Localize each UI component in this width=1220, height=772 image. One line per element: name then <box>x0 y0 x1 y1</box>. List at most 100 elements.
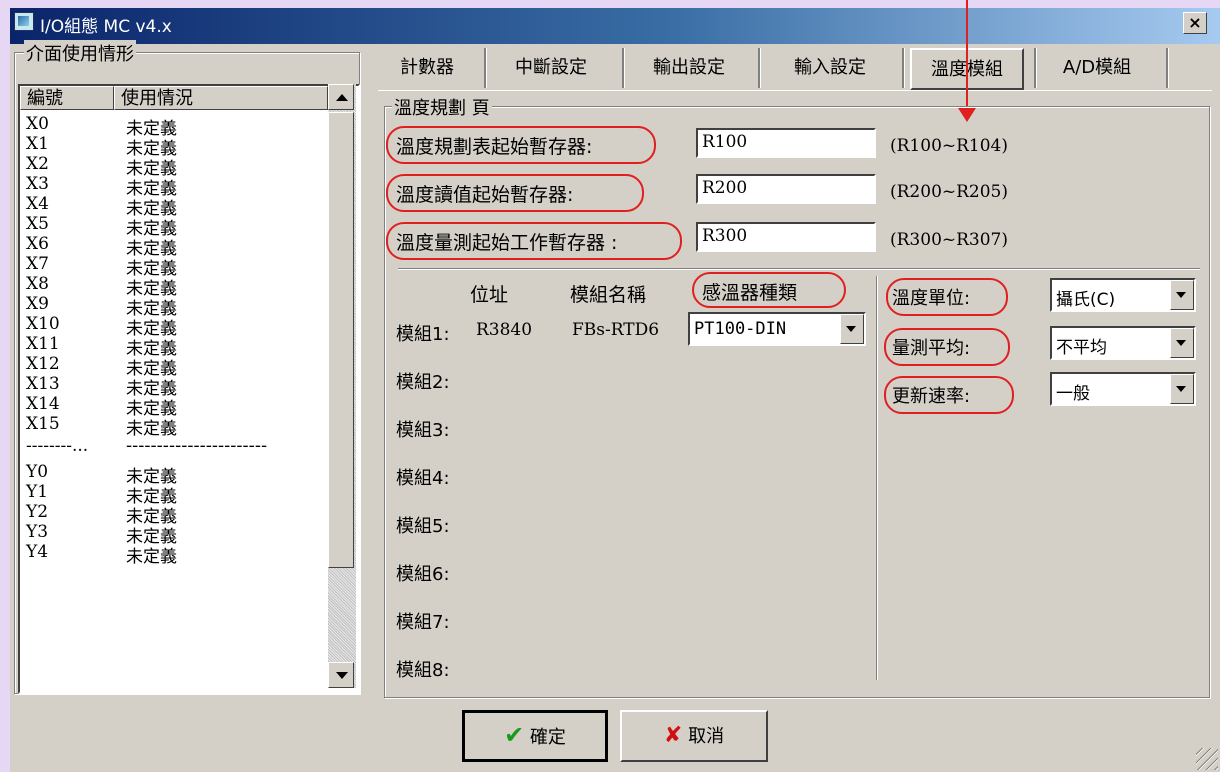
tab-input-settings[interactable]: 輸入設定 <box>768 44 892 90</box>
cross-icon: ✘ <box>663 723 683 748</box>
cancel-button-label: 取消 <box>688 726 725 747</box>
tab-separator <box>902 48 904 88</box>
column-header-code[interactable]: 編號 <box>20 86 114 110</box>
tab-separator <box>622 48 624 88</box>
sensor-type-select[interactable]: PT100-DIN <box>688 312 866 346</box>
sensor-type-dropdown-button[interactable] <box>840 314 864 344</box>
temperature-planning-title: 溫度規劃 頁 <box>392 94 492 120</box>
ok-button[interactable]: ✔ 確定 <box>462 710 608 762</box>
tab-interrupt-settings[interactable]: 中斷設定 <box>494 44 608 90</box>
measure-work-range: (R300~R307) <box>890 230 1009 250</box>
module-label: 模組3: <box>396 420 450 441</box>
row-code: X3 <box>26 174 49 194</box>
module-label: 模組8: <box>396 660 450 681</box>
row-code: X13 <box>26 374 60 394</box>
tab-separator <box>484 48 486 88</box>
row-code: Y0 <box>26 462 49 482</box>
window-frame-left <box>0 0 10 772</box>
module-label: 模組6: <box>396 564 450 585</box>
chevron-down-icon <box>1176 340 1186 346</box>
module-label: 模組1: <box>396 324 450 345</box>
row-code: X10 <box>26 314 60 334</box>
chevron-down-icon <box>1176 386 1186 392</box>
usage-rows: X0 未定義 X1 未定義 X2 未定義 X3 未定義 X4 未定義 X5 未定… <box>20 114 326 688</box>
ok-button-label: 確定 <box>529 727 566 748</box>
measure-average-label: 量測平均: <box>892 338 971 359</box>
header-address: 位址 <box>470 284 509 306</box>
row-code: X6 <box>26 234 49 254</box>
scroll-down-button[interactable] <box>328 662 354 688</box>
row-code: X8 <box>26 274 49 294</box>
reading-range: (R200~R205) <box>890 182 1009 202</box>
row-code: X0 <box>26 114 49 134</box>
module-label: 模組5: <box>396 516 450 537</box>
scroll-up-button[interactable] <box>328 84 354 110</box>
sensor-type-value: PT100-DIN <box>694 319 787 339</box>
register-label-measure-work: 溫度量測起始工作暫存器 : <box>396 232 618 254</box>
measure-work-register-input[interactable]: R300 <box>696 222 876 252</box>
row-code: X9 <box>26 294 49 314</box>
tab-separator <box>1034 48 1036 88</box>
update-rate-select[interactable]: 一般 <box>1050 372 1196 406</box>
divider <box>876 276 877 680</box>
window-frame-top <box>0 0 1220 8</box>
measure-average-select[interactable]: 不平均 <box>1050 326 1196 360</box>
close-button[interactable]: × <box>1183 12 1207 34</box>
annotation-arrow-shaft <box>966 0 968 115</box>
planning-table-register-input[interactable]: R100 <box>696 128 876 158</box>
row-code: X2 <box>26 154 49 174</box>
row-code: X14 <box>26 394 60 414</box>
row-code: Y2 <box>26 502 49 522</box>
title-bar[interactable] <box>10 8 1220 44</box>
resize-grip[interactable] <box>1196 748 1218 770</box>
register-label-reading: 溫度讀值起始暫存器: <box>396 184 574 206</box>
tab-output-settings[interactable]: 輸出設定 <box>632 44 746 90</box>
row-code: X1 <box>26 134 49 154</box>
interface-usage-title: 介面使用情形 <box>24 40 136 66</box>
row-code: X7 <box>26 254 49 274</box>
module-label: 模組7: <box>396 612 450 633</box>
module-address: R3840 <box>476 320 533 340</box>
row-code: X12 <box>26 354 60 374</box>
tab-separator <box>1166 48 1168 88</box>
separator-row-usage: ----------------------- <box>126 436 268 456</box>
tab-separator <box>758 48 760 88</box>
temperature-unit-value: 攝氏(C) <box>1056 290 1116 310</box>
tab-counter[interactable]: 計數器 <box>384 44 470 90</box>
chevron-down-icon <box>846 326 856 332</box>
scrollbar-thumb[interactable] <box>328 112 354 568</box>
row-usage: 未定義 <box>126 547 177 567</box>
reading-register-input[interactable]: R200 <box>696 174 876 204</box>
window-title: I/O組態 MC v4.x <box>40 17 172 37</box>
module-label: 模組4: <box>396 468 450 489</box>
header-module-name: 模組名稱 <box>570 284 647 306</box>
measure-average-value: 不平均 <box>1056 338 1107 358</box>
divider <box>398 268 1200 269</box>
update-rate-dropdown-button[interactable] <box>1170 374 1194 404</box>
row-code: Y1 <box>26 482 49 502</box>
app-icon <box>14 12 34 31</box>
temperature-unit-select[interactable]: 攝氏(C) <box>1050 278 1196 312</box>
header-sensor-type: 感溫器種類 <box>702 282 798 304</box>
row-code: X4 <box>26 194 49 214</box>
row-code: X15 <box>26 414 60 434</box>
column-header-usage[interactable]: 使用情況 <box>114 86 328 110</box>
separator-row-code: --------... <box>26 436 89 456</box>
measure-average-dropdown-button[interactable] <box>1170 328 1194 358</box>
module-name: FBs-RTD6 <box>572 320 660 340</box>
update-rate-label: 更新速率: <box>892 386 971 407</box>
tab-ad-module[interactable]: A/D模組 <box>1040 44 1154 90</box>
update-rate-value: 一般 <box>1056 384 1090 404</box>
register-label-planning-table: 溫度規劃表起始暫存器: <box>396 136 593 158</box>
temperature-unit-dropdown-button[interactable] <box>1170 280 1194 310</box>
row-code: X11 <box>26 334 60 354</box>
row-code: Y4 <box>26 542 49 562</box>
row-code: X5 <box>26 214 49 234</box>
planning-table-range: (R100~R104) <box>890 136 1009 156</box>
module-label: 模組2: <box>396 372 450 393</box>
cancel-button[interactable]: ✘ 取消 <box>620 710 768 762</box>
check-icon: ✔ <box>504 721 525 749</box>
temperature-unit-label: 溫度單位: <box>892 288 971 309</box>
arrow-up-icon <box>336 94 348 101</box>
tab-strip-baseline <box>378 90 1212 91</box>
